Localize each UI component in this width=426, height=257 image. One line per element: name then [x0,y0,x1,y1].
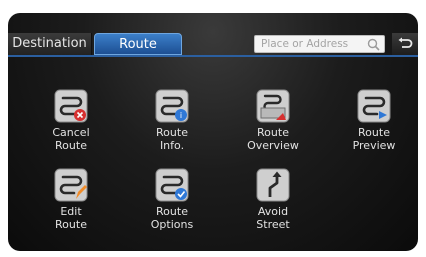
back-arrow-icon [398,37,413,48]
navigation-screen: Destination Route Place or Address Cance… [8,13,418,251]
edit-route-icon [54,168,88,202]
cancel-route-label: Cancel Route [52,126,90,152]
tab-route[interactable]: Route [94,33,182,55]
edit-route-button[interactable]: Edit Route [27,168,115,240]
search-placeholder: Place or Address [261,38,349,50]
avoid-street-label: Avoid Street [256,205,290,231]
search-input[interactable]: Place or Address [254,35,385,53]
back-button[interactable] [392,33,418,55]
route-info-icon: i [155,89,189,123]
top-bar-underline [8,55,418,57]
edit-route-label: Edit Route [55,205,87,231]
route-preview-icon [357,89,391,123]
top-bar: Destination Route Place or Address [8,33,418,55]
svg-text:i: i [180,111,182,120]
route-preview-label: Route Preview [352,126,396,152]
search-icon[interactable] [367,38,380,51]
route-options-icon [155,168,189,202]
cancel-route-button[interactable]: Cancel Route [27,89,115,161]
avoid-street-button[interactable]: Avoid Street [229,168,317,240]
route-overview-icon [256,89,290,123]
cancel-route-icon [54,89,88,123]
route-overview-label: Route Overview [247,126,299,152]
route-info-label: Route Info. [156,126,188,152]
route-options-label: Route Options [150,205,194,231]
route-overview-button[interactable]: Route Overview [229,89,317,161]
route-options-button[interactable]: Route Options [128,168,216,240]
avoid-street-icon [256,168,290,202]
route-preview-button[interactable]: Route Preview [330,89,418,161]
route-info-button[interactable]: i Route Info. [128,89,216,161]
tab-destination[interactable]: Destination [8,33,92,55]
